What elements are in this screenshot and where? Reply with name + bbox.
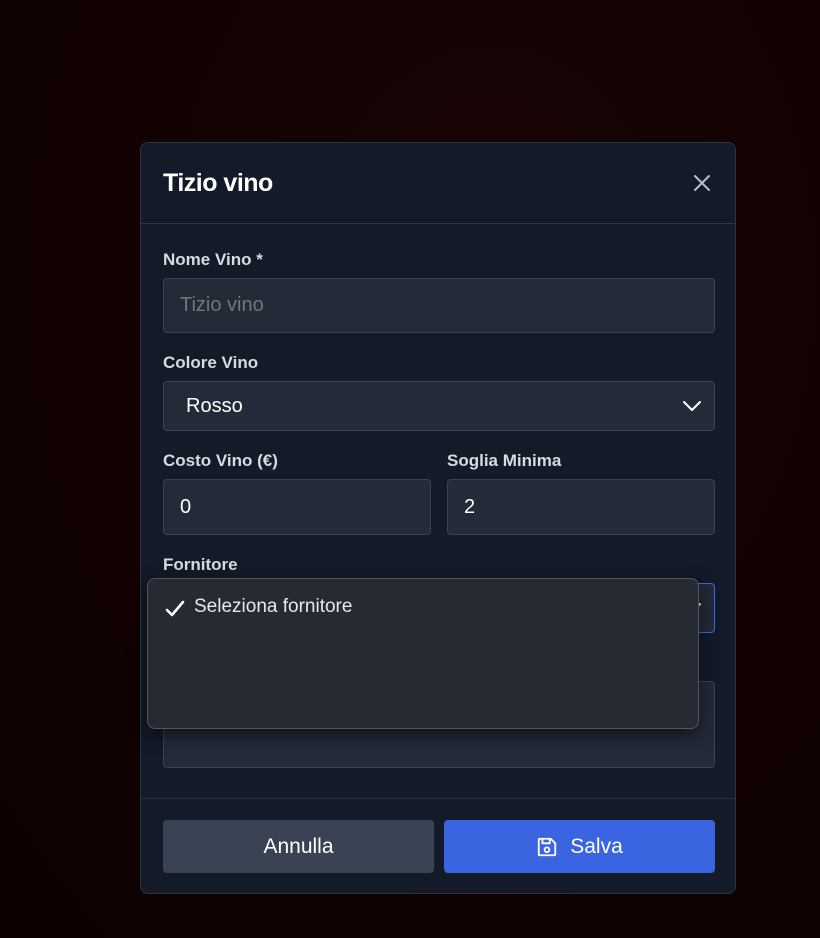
modal-header: Tizio vino (141, 143, 735, 224)
cancel-button[interactable]: Annulla (163, 820, 434, 873)
save-button[interactable]: Salva (444, 820, 715, 873)
fornitore-dropdown-menu: Seleziona fornitore (147, 578, 699, 729)
chevron-down-icon (683, 401, 701, 411)
close-button[interactable] (690, 171, 714, 195)
costo-vino-value: 0 (180, 495, 192, 518)
colore-vino-select[interactable]: Rosso (163, 381, 715, 431)
dropdown-option-seleziona-fornitore[interactable]: Seleziona fornitore (148, 591, 698, 623)
save-button-label: Salva (570, 834, 623, 858)
costo-vino-input[interactable]: 0 (163, 479, 431, 535)
fornitore-label: Fornitore (163, 555, 238, 574)
soglia-minima-input[interactable]: 2 (447, 479, 715, 535)
floppy-disk-icon (538, 837, 557, 856)
colore-vino-label: Colore Vino (163, 353, 259, 372)
nome-vino-input[interactable] (163, 278, 715, 333)
modal-title: Tizio vino (163, 169, 273, 197)
dropdown-option-label: Seleziona fornitore (194, 596, 353, 617)
colore-vino-selected-value: Rosso (186, 394, 243, 417)
edit-wine-modal: Tizio vino Nome Vino * Colore Vino Rosso… (140, 142, 736, 894)
soglia-minima-value: 2 (464, 495, 476, 518)
soglia-minima-label: Soglia Minima (447, 451, 562, 470)
footer-divider (141, 798, 735, 799)
nome-vino-label: Nome Vino * (163, 250, 263, 269)
close-icon (694, 175, 710, 191)
cancel-button-label: Annulla (263, 834, 334, 858)
costo-vino-label: Costo Vino (€) (163, 451, 278, 470)
checkmark-icon (165, 600, 185, 617)
